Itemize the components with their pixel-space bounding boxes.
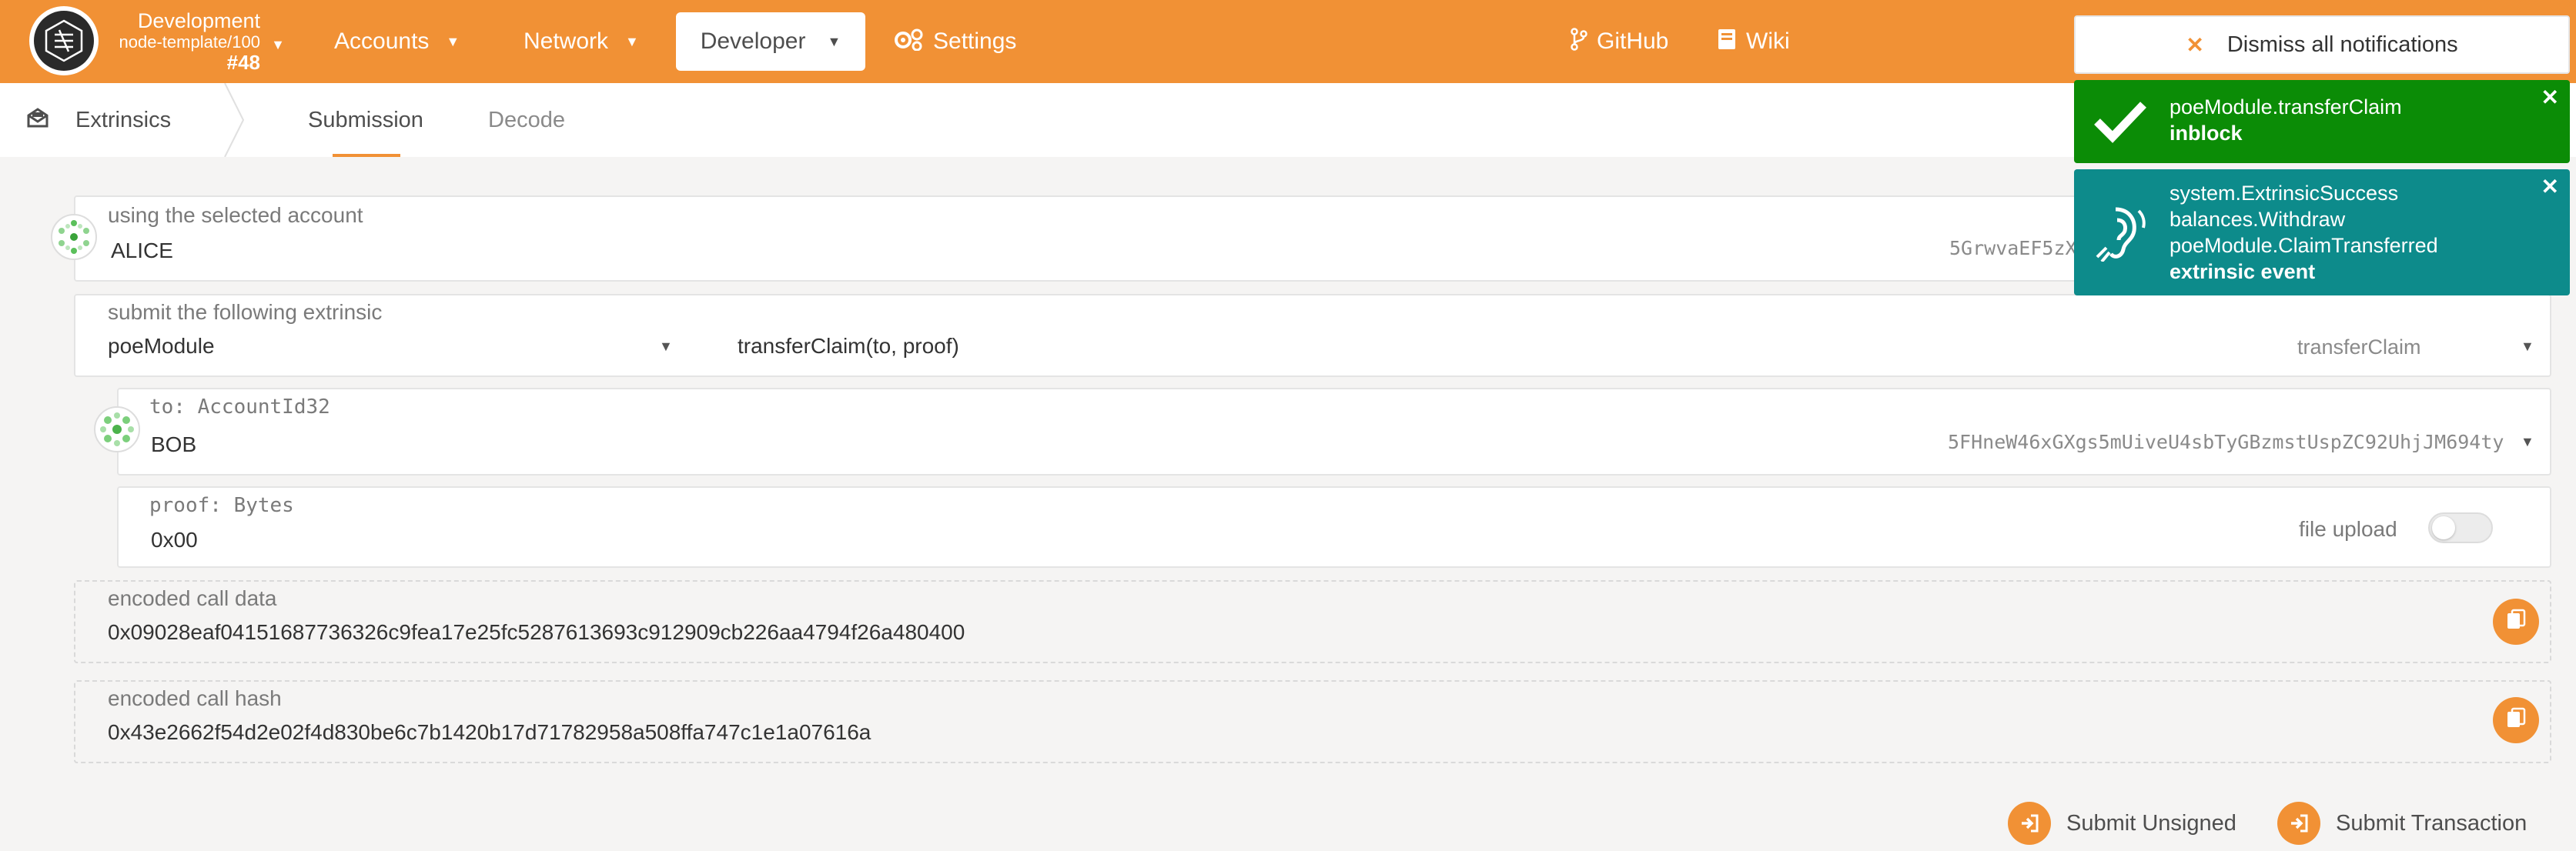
gears-icon bbox=[893, 28, 924, 56]
call-data-value: 0x09028eaf04151687736326c9fea17e25fc5287… bbox=[108, 620, 965, 644]
chevron-down-icon: ▼ bbox=[2521, 434, 2534, 449]
call-name: transferClaim bbox=[2297, 335, 2421, 359]
tab-decode[interactable]: Decode bbox=[488, 83, 565, 157]
nav-github-label: GitHub bbox=[1597, 28, 1669, 54]
chain-node-version: node-template/100 bbox=[119, 32, 260, 52]
nav-accounts-label: Accounts bbox=[334, 28, 430, 54]
check-icon bbox=[2093, 97, 2148, 149]
nav-wiki[interactable]: Wiki bbox=[1717, 0, 1790, 83]
extrinsic-selector: submit the following extrinsic poeModule… bbox=[74, 294, 2551, 377]
close-icon[interactable]: ✕ bbox=[2541, 85, 2559, 110]
file-upload-toggle[interactable] bbox=[2428, 512, 2493, 543]
dismiss-all-notifications-button[interactable]: ✕ Dismiss all notifications bbox=[2074, 15, 2570, 74]
submit-transaction-label: Submit Transaction bbox=[2336, 810, 2527, 836]
chevron-down-icon: ▼ bbox=[659, 339, 673, 354]
nav-developer[interactable]: Developer ▼ bbox=[676, 12, 865, 71]
notification-event-text: system.ExtrinsicSuccess balances.Withdra… bbox=[2170, 180, 2438, 285]
module-value: poeModule bbox=[108, 334, 215, 358]
submit-unsigned-button[interactable]: Submit Unsigned bbox=[2008, 800, 2236, 846]
call-data-label: encoded call data bbox=[108, 586, 277, 610]
chevron-down-icon: ▼ bbox=[827, 33, 841, 49]
notification-status: extrinsic event bbox=[2170, 260, 2316, 283]
account-avatar bbox=[51, 214, 97, 260]
encoded-call-data: encoded call data 0x09028eaf041516877363… bbox=[74, 580, 2551, 663]
param-proof-input[interactable]: proof: Bytes 0x00 file upload bbox=[117, 486, 2551, 568]
notification-inblock-text: poeModule.transferClaim inblock bbox=[2170, 94, 2402, 146]
tab-submission[interactable]: Submission bbox=[308, 83, 423, 157]
section-extrinsics: Extrinsics bbox=[26, 83, 171, 157]
call-dropdown[interactable]: transferClaim(to, proof) transferClaim ▼ bbox=[738, 295, 2550, 375]
submit-unsigned-label: Submit Unsigned bbox=[2066, 810, 2236, 836]
submit-transaction-button[interactable]: Submit Transaction bbox=[2277, 800, 2527, 846]
call-hash-value: 0x43e2662f54d2e02f4d830be6c7b1420b17d717… bbox=[108, 720, 871, 744]
copy-icon bbox=[2506, 707, 2526, 734]
param-proof-value: 0x00 bbox=[151, 528, 198, 552]
chain-selector[interactable]: Development node-template/100 #48 ▼ bbox=[108, 9, 285, 75]
to-account-avatar bbox=[94, 406, 140, 452]
nav-network[interactable]: Network ▼ bbox=[524, 0, 639, 83]
copy-call-data-button[interactable] bbox=[2493, 599, 2539, 645]
nav-github[interactable]: GitHub bbox=[1571, 0, 1668, 83]
module-dropdown[interactable]: poeModule ▼ bbox=[75, 295, 684, 375]
breadcrumb-separator bbox=[224, 83, 245, 157]
account-address: 5GrwvaEF5zX bbox=[1949, 237, 2077, 259]
notification-call: poeModule.transferClaim bbox=[2170, 95, 2402, 118]
tab-submission-label: Submission bbox=[308, 107, 423, 132]
copy-icon bbox=[2506, 609, 2526, 636]
chevron-down-icon: ▼ bbox=[271, 37, 285, 52]
sign-in-icon bbox=[2008, 802, 2051, 845]
book-icon bbox=[1717, 28, 1737, 56]
param-proof-label: proof: Bytes bbox=[149, 494, 294, 517]
call-signature: transferClaim(to, proof) bbox=[738, 334, 959, 358]
close-icon[interactable]: ✕ bbox=[2541, 174, 2559, 199]
notification-event-line: system.ExtrinsicSuccess bbox=[2170, 182, 2399, 205]
param-to-name: BOB bbox=[151, 432, 197, 456]
call-hash-label: encoded call hash bbox=[108, 686, 282, 710]
nav-network-label: Network bbox=[524, 28, 609, 54]
encoded-call-hash: encoded call hash 0x43e2662f54d2e02f4d83… bbox=[74, 680, 2551, 763]
file-upload-label: file upload bbox=[2299, 517, 2397, 541]
param-to-address: 5FHneW46xGXgs5mUiveU4sbTyGBzmstUspZC92Uh… bbox=[1948, 431, 2504, 453]
toggle-knob bbox=[2432, 516, 2455, 539]
tab-decode-label: Decode bbox=[488, 107, 565, 132]
code-branch-icon bbox=[1571, 27, 1587, 56]
notification-extrinsic-event: system.ExtrinsicSuccess balances.Withdra… bbox=[2074, 169, 2570, 295]
nav-developer-label: Developer bbox=[700, 28, 806, 54]
notification-status: inblock bbox=[2170, 122, 2243, 145]
param-to-selector[interactable]: to: AccountId32 BOB 5FHneW46xGXgs5mUiveU… bbox=[117, 388, 2551, 476]
notification-inblock: poeModule.transferClaim inblock ✕ bbox=[2074, 80, 2570, 163]
copy-call-hash-button[interactable] bbox=[2493, 697, 2539, 743]
envelope-open-icon bbox=[26, 107, 49, 134]
nav-settings[interactable]: Settings bbox=[893, 0, 1016, 83]
section-extrinsics-label: Extrinsics bbox=[75, 107, 172, 132]
chevron-down-icon: ▼ bbox=[446, 33, 460, 49]
account-name: ALICE bbox=[111, 239, 173, 262]
notification-event-line: balances.Withdraw bbox=[2170, 208, 2346, 231]
chain-name: Development bbox=[137, 9, 260, 32]
chevron-down-icon: ▼ bbox=[2521, 339, 2534, 354]
nav-settings-label: Settings bbox=[933, 28, 1017, 54]
logo-mark bbox=[34, 11, 94, 71]
chain-block-number: #48 bbox=[226, 51, 260, 74]
chevron-down-icon: ▼ bbox=[625, 33, 639, 49]
notification-event-line: poeModule.ClaimTransferred bbox=[2170, 234, 2438, 257]
nav-accounts[interactable]: Accounts ▼ bbox=[334, 0, 460, 83]
nav-wiki-label: Wiki bbox=[1746, 28, 1790, 54]
active-tab-indicator bbox=[333, 154, 400, 157]
polkadot-js-logo[interactable] bbox=[29, 6, 99, 75]
account-label: using the selected account bbox=[108, 203, 363, 227]
dismiss-all-label: Dismiss all notifications bbox=[2226, 32, 2458, 57]
ear-icon bbox=[2093, 203, 2148, 265]
close-icon: ✕ bbox=[2186, 32, 2204, 57]
param-to-label: to: AccountId32 bbox=[149, 395, 330, 419]
sign-in-icon bbox=[2277, 802, 2320, 845]
